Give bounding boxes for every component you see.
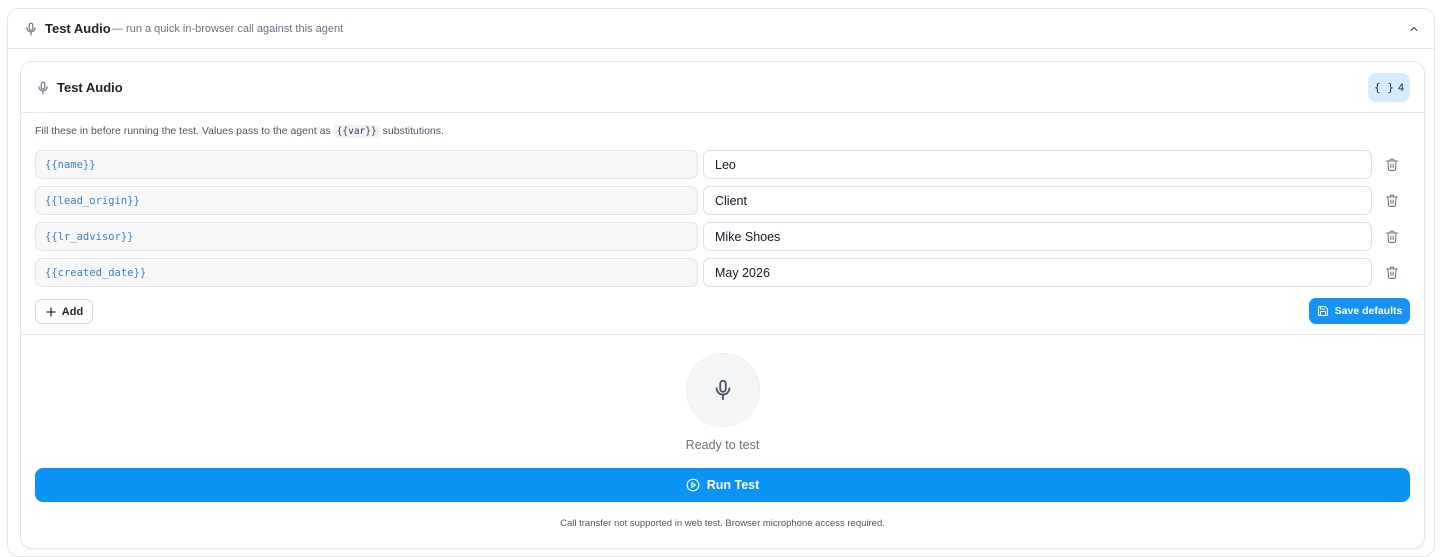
panel-header[interactable]: Test Audio — run a quick in-browser call…: [8, 9, 1434, 49]
run-test-button[interactable]: Run Test: [35, 468, 1410, 502]
microphone-icon: [26, 22, 36, 36]
trash-icon[interactable]: [1385, 193, 1399, 208]
braces-icon: { }: [1374, 81, 1394, 94]
section-divider: [21, 334, 1424, 335]
add-variable-button[interactable]: Add: [35, 299, 93, 324]
save-button-label: Save defaults: [1334, 305, 1403, 317]
variable-value-input[interactable]: Leo: [703, 150, 1372, 179]
add-button-label: Add: [61, 305, 84, 318]
variable-row: {{lead_origin}} Client: [35, 186, 1405, 215]
test-status: Ready to test: [685, 438, 760, 452]
panel-title: Test Audio: [45, 21, 111, 36]
panel-subtitle: — run a quick in-browser call against th…: [112, 23, 344, 35]
chevron-up-icon[interactable]: [1408, 23, 1420, 35]
microphone-icon: [38, 81, 48, 95]
variable-value-input[interactable]: Client: [703, 186, 1372, 215]
variable-value-input[interactable]: Mike Shoes: [703, 222, 1372, 251]
hint-text-after: substitutions.: [382, 125, 444, 137]
variable-key-input[interactable]: {{created_date}}: [35, 258, 698, 287]
variable-key-input[interactable]: {{lr_advisor}}: [35, 222, 698, 251]
microphone-icon: [715, 379, 731, 401]
trash-icon[interactable]: [1385, 229, 1399, 244]
test-audio-card: Test Audio { } 4 Fill these in before ru…: [20, 61, 1425, 549]
plus-icon: [46, 306, 56, 317]
test-audio-panel: Test Audio — run a quick in-browser call…: [7, 8, 1435, 557]
variable-key-input[interactable]: {{lead_origin}}: [35, 186, 698, 215]
trash-icon[interactable]: [1385, 157, 1399, 172]
variable-key-input[interactable]: {{name}}: [35, 150, 698, 179]
microphone-status-indicator: [686, 353, 760, 427]
variable-row: {{name}} Leo: [35, 150, 1405, 179]
save-defaults-button[interactable]: Save defaults: [1309, 298, 1410, 324]
variables-hint: Fill these in before running the test. V…: [35, 125, 444, 138]
variable-value-input[interactable]: May 2026: [703, 258, 1372, 287]
run-test-label: Run Test: [706, 478, 760, 492]
card-header: Test Audio { } 4: [21, 62, 1424, 113]
trash-icon[interactable]: [1385, 265, 1399, 280]
variable-row: {{created_date}} May 2026: [35, 258, 1405, 287]
web-test-note: Call transfer not supported in web test.…: [560, 518, 885, 529]
save-icon: [1317, 305, 1328, 317]
variables-count: 4: [1397, 81, 1404, 94]
play-circle-icon: [686, 478, 700, 492]
hint-text-before: Fill these in before running the test. V…: [35, 125, 331, 137]
variable-row: {{lr_advisor}} Mike Shoes: [35, 222, 1405, 251]
hint-code: {{var}}: [333, 125, 380, 138]
variables-count-badge[interactable]: { } 4: [1368, 73, 1410, 102]
card-title: Test Audio: [57, 80, 123, 95]
